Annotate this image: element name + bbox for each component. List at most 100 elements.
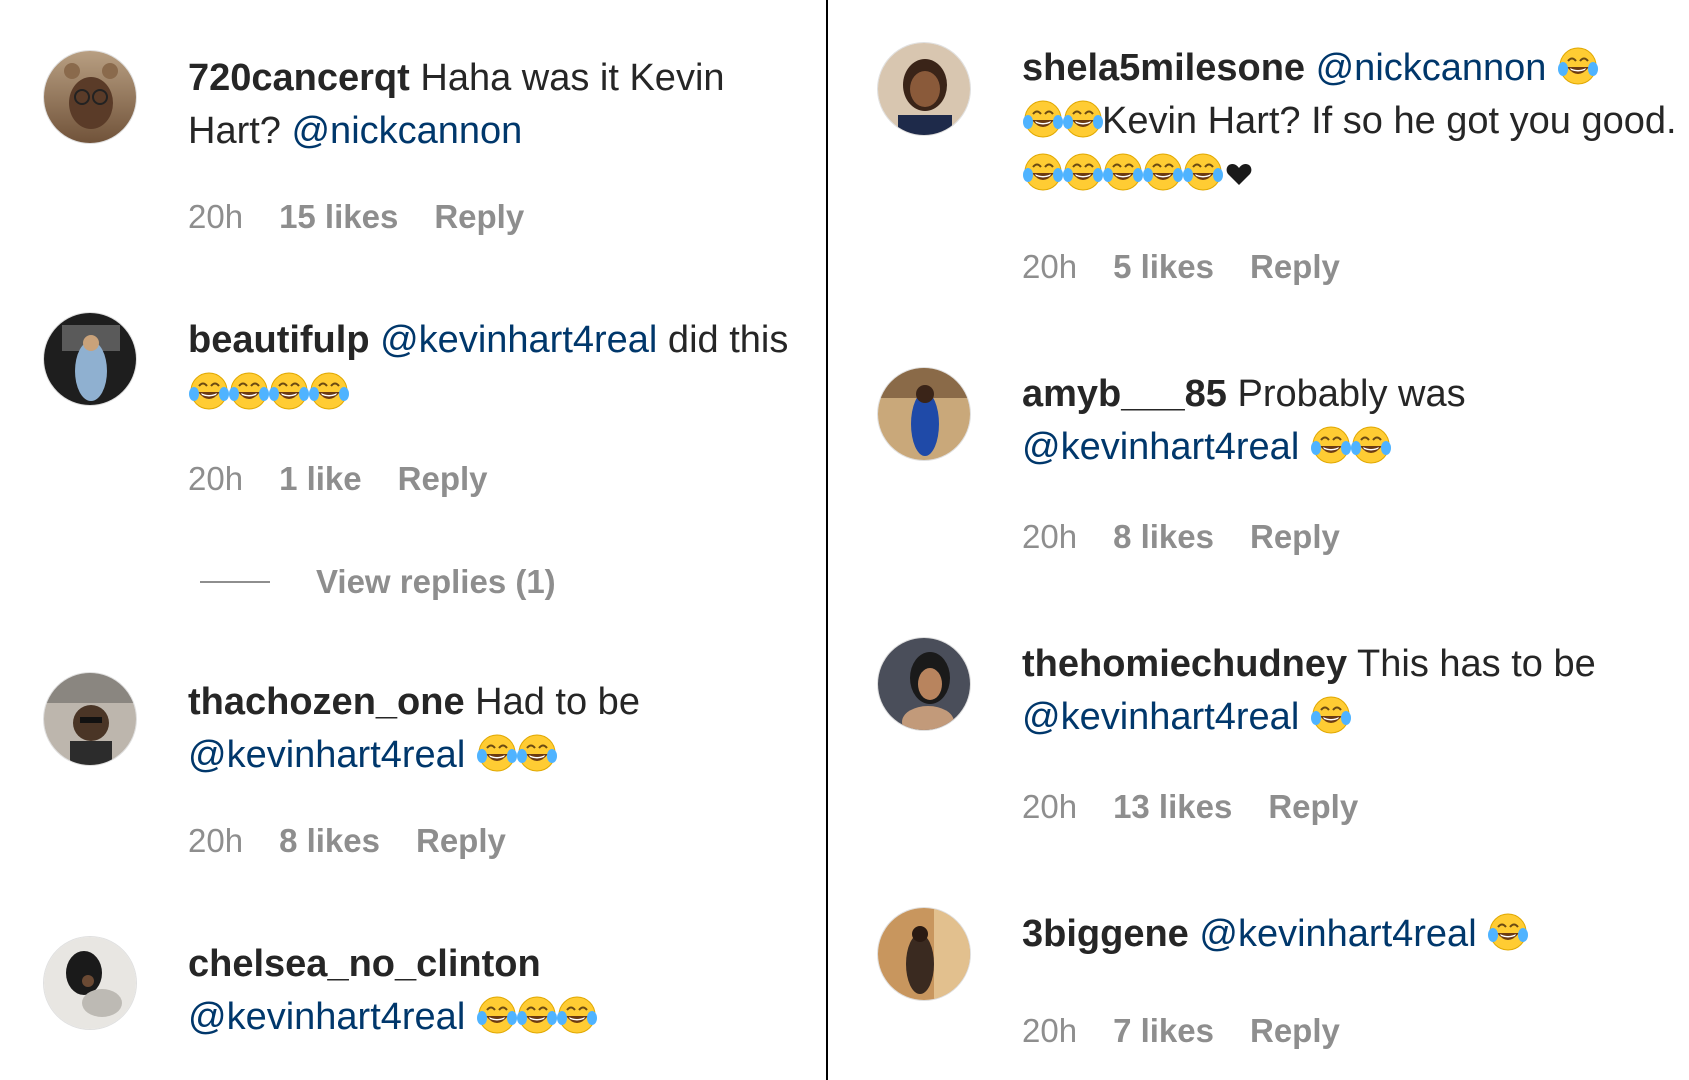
reply-button[interactable]: Reply [1250, 1012, 1340, 1050]
reply-button[interactable]: Reply [434, 198, 524, 236]
comment-username[interactable]: thachozen_one [188, 681, 465, 723]
left-comments-panel: 720cancerqt Haha was it Kevin Hart? @nic… [0, 0, 826, 1080]
comment-username[interactable]: beautifulp [188, 319, 370, 361]
comment-body-text [1305, 47, 1316, 89]
likes-count[interactable]: 13 likes [1113, 788, 1232, 826]
comment-body-text [465, 996, 476, 1038]
face-with-tears-of-joy-icon [1023, 153, 1063, 191]
avatar[interactable] [877, 367, 971, 461]
comment-body-text: did this [657, 319, 789, 361]
comment-text: beautifulp @kevinhart4real did this [188, 314, 808, 420]
comment-meta: 20h 13 likes Reply [1022, 788, 1394, 826]
face-with-tears-of-joy-icon [1063, 100, 1103, 138]
laughing-emoji-icon [1557, 47, 1598, 89]
face-with-tears-of-joy-icon [516, 996, 557, 1034]
comment-meta: 20h 1 like Reply [188, 460, 524, 498]
comment-body-text [1189, 913, 1200, 955]
likes-count[interactable]: 15 likes [279, 198, 398, 236]
comment-body-text: Probably was [1226, 373, 1466, 415]
face-with-tears-of-joy-icon [1310, 696, 1351, 734]
comment-text: thehomiechudney This has to be @kevinhar… [1022, 638, 1682, 744]
face-with-tears-of-joy-icon [1558, 47, 1598, 85]
comment-username[interactable]: 720cancerqt [188, 57, 410, 99]
mention-link[interactable]: @kevinhart4real [188, 734, 465, 776]
face-with-tears-of-joy-icon [1310, 426, 1351, 464]
face-with-tears-of-joy-icon [309, 372, 349, 410]
face-with-tears-of-joy-icon [476, 734, 517, 772]
avatar[interactable] [877, 637, 971, 731]
comment-meta: 20h 15 likes Reply [188, 198, 560, 236]
face-with-tears-of-joy-icon [1023, 100, 1063, 138]
comment-time: 20h [1022, 788, 1078, 825]
comment-body-text: This has to be [1347, 643, 1596, 685]
face-with-tears-of-joy-icon [229, 372, 269, 410]
comment-time: 20h [1022, 518, 1078, 555]
reply-button[interactable]: Reply [1268, 788, 1358, 826]
comment-text: amyb___85 Probably was @kevinhart4real [1022, 368, 1682, 474]
face-with-tears-of-joy-icon [189, 372, 229, 410]
avatar[interactable] [43, 672, 137, 766]
reply-button[interactable]: Reply [416, 822, 506, 860]
likes-count[interactable]: 5 likes [1113, 248, 1214, 286]
face-with-tears-of-joy-icon [476, 996, 517, 1034]
comment-time: 20h [1022, 1012, 1078, 1049]
comment-body-text [370, 319, 381, 361]
comment-body-text [1477, 913, 1488, 955]
comment-username[interactable]: 3biggene [1022, 913, 1189, 955]
avatar[interactable] [877, 907, 971, 1001]
comment-time: 20h [188, 198, 244, 235]
laughing-emoji-icon [1022, 153, 1223, 195]
likes-count[interactable]: 8 likes [279, 822, 380, 860]
avatar[interactable] [877, 42, 971, 136]
comment-meta: 20h 5 likes Reply [1022, 248, 1376, 286]
comment-meta: 20h 8 likes Reply [1022, 518, 1376, 556]
mention-link[interactable]: @kevinhart4real [1022, 426, 1299, 468]
mention-link[interactable]: @kevinhart4real [188, 996, 465, 1038]
comment-username[interactable]: amyb___85 [1022, 373, 1227, 415]
laughing-emoji-icon [188, 372, 349, 414]
comment-meta: 20h 7 likes Reply [1022, 1012, 1376, 1050]
mention-link[interactable]: @kevinhart4real [1022, 696, 1299, 738]
comment-text: chelsea_no_clinton @kevinhart4real [188, 938, 808, 1044]
comment-username[interactable]: thehomiechudney [1022, 643, 1347, 685]
face-with-tears-of-joy-icon [269, 372, 309, 410]
comment-body-text [1299, 426, 1310, 468]
likes-count[interactable]: 8 likes [1113, 518, 1214, 556]
reply-button[interactable]: Reply [1250, 518, 1340, 556]
comment-body-text [1299, 696, 1310, 738]
comment-body-text [465, 734, 476, 776]
mention-link[interactable]: @kevinhart4real [380, 319, 657, 361]
mention-link[interactable]: @nickcannon [1316, 47, 1547, 89]
face-with-tears-of-joy-icon [556, 996, 597, 1034]
right-comments-panel: shela5milesone @nickcannon Kevin Hart? I… [828, 0, 1689, 1080]
comment-username[interactable]: shela5milesone [1022, 47, 1305, 89]
avatar[interactable] [43, 50, 137, 144]
mention-link[interactable]: @kevinhart4real [1199, 913, 1476, 955]
comment-body-text [1546, 47, 1557, 89]
likes-count[interactable]: 7 likes [1113, 1012, 1214, 1050]
avatar[interactable] [43, 312, 137, 406]
reply-button[interactable]: Reply [398, 460, 488, 498]
mention-link[interactable]: @nickcannon [291, 110, 522, 152]
reply-button[interactable]: Reply [1250, 248, 1340, 286]
comment-time: 20h [188, 460, 244, 497]
black-heart-icon [1226, 164, 1252, 185]
comment-time: 20h [1022, 248, 1078, 285]
divider-line [200, 581, 270, 583]
view-replies-button[interactable]: View replies (1) [200, 563, 556, 601]
comment-text: shela5milesone @nickcannon Kevin Hart? I… [1022, 42, 1682, 201]
comment-time: 20h [188, 822, 244, 859]
face-with-tears-of-joy-icon [516, 734, 557, 772]
face-with-tears-of-joy-icon [1183, 153, 1223, 191]
face-with-tears-of-joy-icon [1488, 913, 1529, 951]
comment-text: thachozen_one Had to be @kevinhart4real [188, 676, 808, 782]
comment-username[interactable]: chelsea_no_clinton [188, 943, 541, 985]
comment-text: 720cancerqt Haha was it Kevin Hart? @nic… [188, 52, 808, 158]
face-with-tears-of-joy-icon [1103, 153, 1143, 191]
view-replies-label: View replies (1) [316, 563, 556, 600]
likes-count[interactable]: 1 like [279, 460, 362, 498]
avatar[interactable] [43, 936, 137, 1030]
comment-body-text: Kevin Hart? If so he got you good. [1102, 100, 1677, 142]
face-with-tears-of-joy-icon [1350, 426, 1391, 464]
laughing-emoji-icon [1310, 426, 1391, 468]
